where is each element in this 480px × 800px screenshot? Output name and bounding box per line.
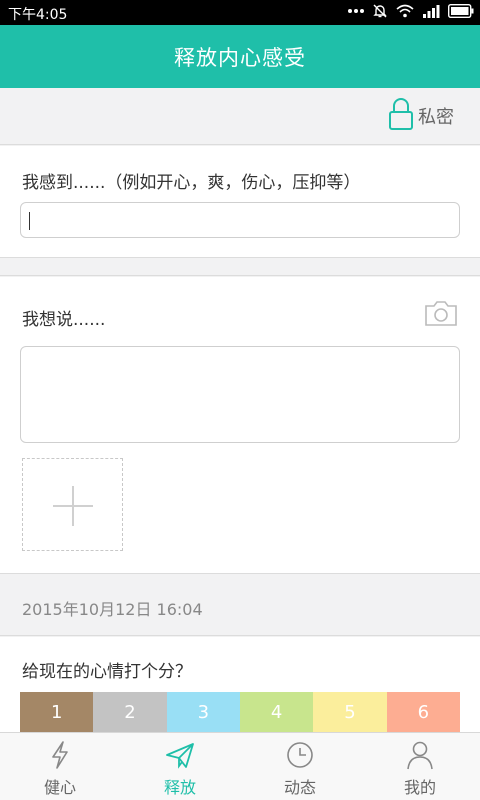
text-caret	[29, 212, 30, 230]
say-input[interactable]	[20, 346, 460, 443]
camera-icon[interactable]	[424, 299, 458, 331]
tab-jianxin[interactable]: 健心	[0, 733, 120, 800]
datetime-text: 2015年10月12日 16:04	[22, 600, 203, 619]
score-section: 给现在的心情打个分？ 1 2 3 4 5 6	[0, 637, 480, 732]
feel-input[interactable]	[20, 202, 460, 238]
feel-label: 我感到......（例如开心，爽，伤心，压抑等）	[22, 173, 361, 193]
wifi-icon	[396, 4, 414, 18]
score-option-6[interactable]: 6	[386, 692, 460, 732]
tab-wode[interactable]: 我的	[360, 733, 480, 800]
score-bar: 1 2 3 4 5 6	[20, 692, 460, 732]
score-label: 给现在的心情打个分？	[22, 662, 192, 682]
more-dots-icon	[348, 8, 364, 14]
section-divider	[0, 258, 480, 276]
score-option-5[interactable]: 5	[313, 692, 387, 732]
private-toggle[interactable]: 私密	[388, 97, 454, 136]
score-option-2[interactable]: 2	[93, 692, 167, 732]
tab-label: 健心	[43, 778, 76, 797]
tab-label: 我的	[403, 778, 436, 797]
add-photo-button[interactable]	[22, 458, 123, 551]
say-section: 我想说......	[0, 277, 480, 574]
status-icons	[348, 3, 474, 19]
private-label: 私密	[418, 107, 454, 128]
tab-shifang[interactable]: 释放	[120, 733, 240, 800]
status-time: 下午4:05	[8, 7, 68, 23]
lock-icon	[388, 97, 414, 136]
feel-section: 我感到......（例如开心，爽，伤心，压抑等）	[0, 146, 480, 258]
battery-icon	[448, 4, 474, 18]
paper-plane-icon	[165, 739, 195, 771]
privacy-row: 私密	[0, 88, 480, 145]
score-option-4[interactable]: 4	[239, 692, 314, 732]
header-bar: 释放内心感受	[0, 25, 480, 88]
bottom-tab-bar: 健心 释放 动态 我的	[0, 732, 480, 800]
status-bar: 下午4:05	[0, 0, 480, 25]
say-label: 我想说......	[22, 310, 106, 330]
score-option-1[interactable]: 1	[20, 692, 94, 732]
lightning-icon	[49, 739, 71, 771]
signal-icon	[422, 4, 440, 18]
date-row: 2015年10月12日 16:04	[0, 574, 480, 636]
mute-bell-icon	[372, 3, 388, 19]
tab-label: 释放	[163, 778, 196, 797]
tab-dongtai[interactable]: 动态	[240, 733, 360, 800]
clock-icon	[285, 739, 315, 771]
score-option-3[interactable]: 3	[166, 692, 240, 732]
plus-icon	[53, 486, 93, 526]
person-icon	[406, 739, 434, 771]
tab-label: 动态	[283, 778, 316, 797]
page-title: 释放内心感受	[174, 45, 306, 70]
